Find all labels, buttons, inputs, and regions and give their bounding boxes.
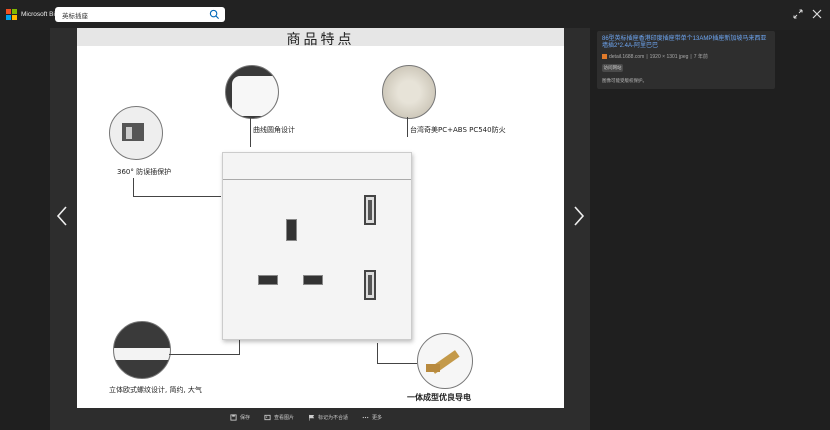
search-icon[interactable] xyxy=(209,9,220,20)
view-image-button[interactable]: 查看图片 xyxy=(264,414,294,421)
action-bar: 保存 查看图片 标记为不合适 更多 xyxy=(230,414,382,421)
bing-logo[interactable]: Microsoft Bing xyxy=(6,9,62,20)
anti-misplug-photo xyxy=(109,106,163,160)
material-callout-line xyxy=(407,117,408,137)
expand-icon[interactable] xyxy=(793,9,803,19)
visit-site-button[interactable]: 访问网站 xyxy=(602,64,623,72)
top-bar: Microsoft Bing 英标插座 xyxy=(0,0,830,30)
material-photo xyxy=(382,65,436,119)
result-source[interactable]: detail.1688.com xyxy=(609,54,644,60)
image-icon xyxy=(264,414,271,421)
image-title: 商品特点 xyxy=(286,32,355,48)
search-box[interactable]: 英标插座 xyxy=(55,7,225,22)
conductor-callout-line-h xyxy=(377,363,417,364)
neutral-pin-slot xyxy=(303,275,323,285)
save-icon xyxy=(230,414,237,421)
more-button[interactable]: 更多 xyxy=(362,414,382,421)
conductor-callout-line xyxy=(377,343,378,363)
anti-misplug-label: 360° 防误插保护 xyxy=(117,168,172,176)
material-label: 台湾奇美PC+ABS PC540防火 xyxy=(410,126,506,134)
save-button[interactable]: 保存 xyxy=(230,414,250,421)
save-label: 保存 xyxy=(240,415,251,421)
main-image: 商品特点 曲线圆角设计 台湾奇美PC+ABS PC540防火 360° 防误插保… xyxy=(77,28,564,408)
conductor-photo xyxy=(417,333,473,389)
usb-port-top xyxy=(364,195,376,225)
anti-misplug-callout-line-h xyxy=(133,196,221,197)
texture-callout-line-v xyxy=(239,338,240,355)
rounded-callout-line xyxy=(250,117,251,147)
texture-label: 立体欧式螺纹设计, 简约, 大气 xyxy=(109,386,202,394)
flag-icon xyxy=(309,414,315,421)
microsoft-logo-icon xyxy=(6,9,17,20)
flag-label: 标记为不合适 xyxy=(318,415,349,421)
result-age: 7 年前 xyxy=(693,54,708,60)
socket-seam xyxy=(223,179,411,180)
socket-panel xyxy=(222,152,412,340)
live-pin-slot xyxy=(258,275,278,285)
rounded-corner-photo xyxy=(225,65,279,119)
meta-separator: | xyxy=(646,53,648,60)
usb-port-bottom xyxy=(364,270,376,300)
next-image-icon[interactable] xyxy=(572,205,586,227)
anti-misplug-callout-line xyxy=(133,178,134,196)
more-icon xyxy=(362,416,369,419)
more-label: 更多 xyxy=(372,415,383,421)
close-icon[interactable] xyxy=(812,9,822,19)
flag-button[interactable]: 标记为不合适 xyxy=(308,414,348,421)
site-favicon-icon xyxy=(602,54,607,59)
copyright-note: 图像可能受版权保护。 xyxy=(602,78,647,83)
details-panel: 86型英标插座香港印度插座带单个13AMP插座新加坡马来西亚墙插2*2.4A-阿… xyxy=(597,31,775,89)
texture-callout-line xyxy=(169,354,239,355)
result-dimensions: 1920 × 1301 jpeg xyxy=(649,53,689,60)
previous-image-icon[interactable] xyxy=(55,205,69,227)
result-title-link[interactable]: 86型英标插座香港印度插座带单个13AMP插座新加坡马来西亚墙插2*2.4A-阿… xyxy=(602,36,770,50)
earth-pin-slot xyxy=(286,219,297,241)
meta-separator: | xyxy=(690,53,692,60)
texture-photo xyxy=(113,321,171,379)
view-image-label: 查看图片 xyxy=(274,415,295,421)
rounded-label: 曲线圆角设计 xyxy=(253,126,295,134)
search-input[interactable]: 英标插座 xyxy=(62,10,88,20)
result-meta: detail.1688.com | 1920 × 1301 jpeg | 7 年… xyxy=(602,53,708,60)
conductor-label: 一体成型优良导电 xyxy=(407,393,471,402)
